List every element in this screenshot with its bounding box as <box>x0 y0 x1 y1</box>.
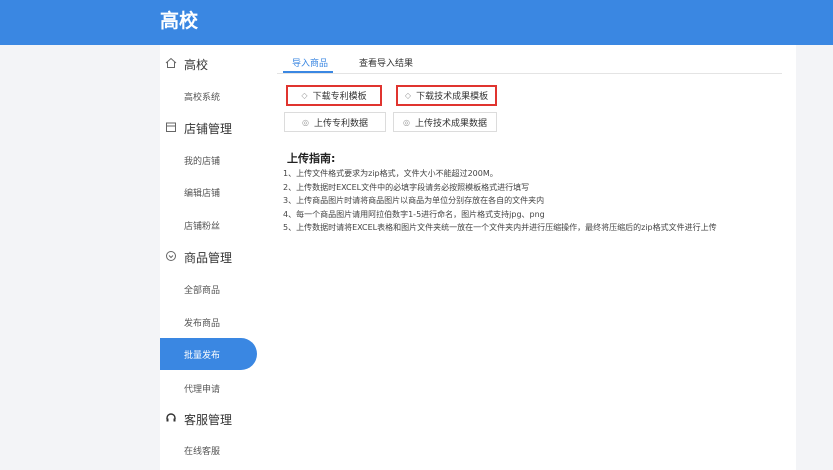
headset-icon <box>164 412 178 427</box>
download-icon: ◇ <box>404 91 412 100</box>
upload-icon: ◎ <box>302 117 309 127</box>
sidebar-item-publish-goods[interactable]: 发布商品 <box>160 307 267 337</box>
sidebar-item-label: 在线客服 <box>184 446 221 457</box>
tab-view-import-results[interactable]: 查看导入结果 <box>359 58 413 70</box>
sidebar-group-store[interactable]: 店铺管理 <box>160 115 267 141</box>
button-label: 下载技术成果模板 <box>416 92 489 102</box>
sidebar-item-my-store[interactable]: 我的店铺 <box>160 145 267 175</box>
guide-line: 1、上传文件格式要求为zip格式，文件大小不能超过200M。 <box>283 169 498 178</box>
download-tech-template-button[interactable]: ◇ 下载技术成果模板 <box>396 85 497 106</box>
sidebar-group-service[interactable]: 客服管理 <box>160 406 267 432</box>
sidebar-item-label: 代理申请 <box>184 384 221 395</box>
sidebar-group-label: 商品管理 <box>184 250 233 265</box>
guide-line: 5、上传数据时请将EXCEL表格和图片文件夹统一放在一个文件夹内并进行压缩操作，… <box>283 223 717 232</box>
button-label: 上传专利数据 <box>313 118 368 129</box>
sidebar-item-label: 高校系统 <box>184 92 221 103</box>
app-title: 高校 <box>160 10 199 32</box>
sidebar-item-online-service[interactable]: 在线客服 <box>160 435 267 465</box>
sidebar-group-label: 客服管理 <box>184 412 233 427</box>
download-patent-template-button[interactable]: ◇ 下载专利模板 <box>286 85 382 106</box>
sidebar-item-batch-publish[interactable]: 批量发布 <box>160 338 257 370</box>
upload-tech-data-button[interactable]: ◎ 上传技术成果数据 <box>393 112 497 132</box>
main-content: 导入商品 查看导入结果 ◇ 下载专利模板 ◇ 下载技术成果模板 ◎ 上传专利数据… <box>267 45 796 470</box>
tab-bar: 导入商品 查看导入结果 <box>267 45 796 75</box>
download-icon: ◇ <box>301 91 308 100</box>
tab-import-goods[interactable]: 导入商品 <box>292 58 328 70</box>
upload-guide-list: 1、上传文件格式要求为zip格式，文件大小不能超过200M。 2、上传数据时EX… <box>283 167 793 235</box>
button-label: 上传技术成果数据 <box>414 118 487 129</box>
sidebar-group-gaoxiao[interactable]: 高校 <box>160 51 267 77</box>
guide-line: 4、每一个商品图片请用阿拉伯数字1-5进行命名，图片格式支持jpg、png <box>283 209 545 219</box>
sidebar-item-store-fans[interactable]: 店铺粉丝 <box>160 210 267 240</box>
sidebar-item-label: 编辑店铺 <box>184 188 221 199</box>
sidebar-item-label: 发布商品 <box>184 318 221 329</box>
sidebar: 高校 高校系统 店铺管理 我的店铺 编辑店铺 店铺粉丝 商品管理 全部商品 发布… <box>160 45 267 470</box>
sidebar-item-label: 店铺粉丝 <box>184 221 221 232</box>
top-header-bar: 高校 <box>0 0 833 45</box>
tab-divider <box>277 73 782 74</box>
home-icon <box>164 57 178 72</box>
sidebar-group-label: 高校 <box>184 57 209 72</box>
upload-patent-data-button[interactable]: ◎ 上传专利数据 <box>284 112 386 132</box>
upload-guide-title: 上传指南: <box>287 152 336 165</box>
sidebar-item-all-goods[interactable]: 全部商品 <box>160 274 267 304</box>
upload-icon: ◎ <box>403 117 410 127</box>
sidebar-item-label: 批量发布 <box>184 350 221 361</box>
sidebar-item-label: 全部商品 <box>184 285 221 296</box>
sidebar-item-edit-store[interactable]: 编辑店铺 <box>160 177 267 207</box>
sidebar-item-label: 我的店铺 <box>184 156 221 167</box>
guide-line: 2、上传数据时EXCEL文件中的必填字段请务必按照模板格式进行填写 <box>283 182 530 192</box>
guide-line: 3、上传商品图片时请将商品图片以商品为单位分别存放在各自的文件夹内 <box>283 196 545 205</box>
sidebar-group-label: 店铺管理 <box>184 121 233 136</box>
sidebar-item-agent-apply[interactable]: 代理申请 <box>160 373 267 403</box>
store-icon <box>164 121 178 136</box>
sidebar-group-goods[interactable]: 商品管理 <box>160 244 267 270</box>
goods-icon <box>164 250 178 265</box>
button-label: 下载专利模板 <box>312 92 367 102</box>
sidebar-item-gaoxiao-system[interactable]: 高校系统 <box>160 81 267 111</box>
